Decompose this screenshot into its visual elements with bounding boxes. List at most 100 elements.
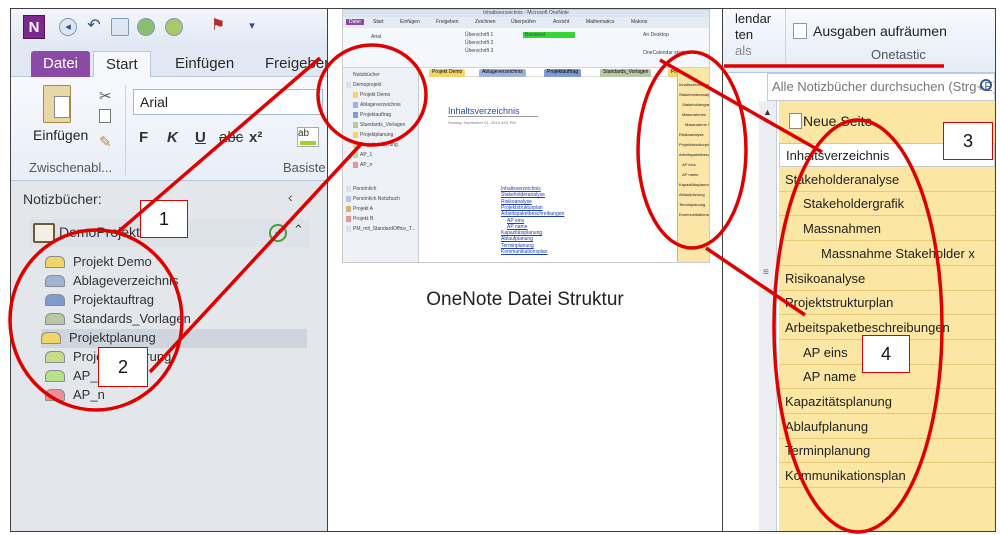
thumb-nav-item: Ablageverzeichnis	[353, 102, 401, 108]
tab-share[interactable]: Freigeben	[253, 51, 327, 77]
thumb-toc-link: AP name	[507, 223, 528, 230]
page-list: Neue Seite Inhaltsverzeichnis Stakeholder…	[779, 101, 995, 531]
section-label: AP_n	[73, 387, 105, 402]
tab-insert[interactable]: Einfügen	[163, 51, 246, 77]
page-list-item[interactable]: Ablaufplanung	[779, 415, 995, 439]
thumb-toc-link: Stakeholderanalyse	[501, 192, 545, 199]
thumbnail-page-date: Sunday, September 01, 2013 4:01 PM	[448, 120, 516, 125]
page-list-item[interactable]: Massnahmen	[779, 217, 995, 242]
als-text: als	[735, 43, 752, 58]
right-panel-page-list: lendar ten als Ausgaben aufräumen Onetas…	[722, 8, 996, 532]
flag-icon[interactable]: ⚑	[209, 18, 227, 36]
page-list-scrollbar[interactable]: ▲ ≡	[759, 101, 777, 531]
section-tab-icon	[45, 275, 65, 287]
undo-icon[interactable]: ↶	[85, 18, 103, 36]
view-icon[interactable]	[165, 18, 183, 36]
thumb-page-item: Arbeitspaketbeschreibungen	[679, 152, 710, 157]
section-tab-icon	[45, 294, 65, 306]
page-list-item[interactable]: Terminplanung	[779, 439, 995, 464]
thumb-tab: Mathematics	[586, 19, 615, 25]
thumb-to-desktop: An Desktop	[643, 32, 669, 38]
copy-icon[interactable]	[99, 109, 111, 123]
page-list-item[interactable]: Projektstrukturplan	[779, 291, 995, 316]
page-list-item[interactable]: Kommunikationsplan	[779, 464, 995, 489]
calendar-button-fragment[interactable]: lendar ten als	[735, 11, 771, 59]
bold-button[interactable]: F	[139, 129, 148, 146]
tab-start[interactable]: Start	[93, 51, 151, 77]
thumb-page-item: Kapazitätsplanung	[679, 182, 710, 187]
highlight-icon[interactable]: ab	[297, 127, 319, 147]
font-name-field[interactable]: Arial	[133, 89, 323, 115]
notebooks-header: Notizbücher:	[23, 191, 102, 207]
new-page-label: Neue Seite	[803, 113, 873, 129]
ribbon: Einfügen ✂ ✎ Zwischenabl... Arial F K U …	[11, 77, 327, 181]
scroll-up-icon[interactable]: ▲	[763, 107, 772, 117]
dock-icon[interactable]	[111, 18, 129, 36]
cut-icon[interactable]: ✂	[99, 87, 112, 105]
superscript-button[interactable]: x²	[249, 129, 262, 146]
strikethrough-button[interactable]: abc	[219, 129, 243, 146]
page-list-item[interactable]: Massnahme Stakeholder x	[779, 242, 995, 266]
section-item[interactable]: Projektplanung	[41, 329, 307, 348]
page-list-item[interactable]: Risikoanalyse	[779, 267, 995, 291]
thumb-section-tab: Projektauftrag	[544, 69, 582, 77]
thumb-nav-item: Demoprojekt	[346, 82, 381, 88]
section-tab-icon	[41, 332, 61, 344]
format-painter-icon[interactable]: ✎	[99, 133, 112, 151]
search-input[interactable]: Alle Notizbücher durchsuchen (Strg+E)	[767, 73, 995, 101]
thumb-nav-item: Standards_Vorlagen	[353, 122, 405, 128]
notebook-name: DemoProjekt	[59, 224, 140, 240]
paste-icon[interactable]	[43, 85, 71, 123]
figure-caption: OneNote Datei Struktur	[426, 289, 624, 310]
section-label: Projektauftrag	[73, 292, 154, 307]
thumb-heading1: Überschrift 1	[465, 32, 494, 38]
callout-2: 2	[98, 347, 148, 387]
sync-status-icon[interactable]	[137, 18, 155, 36]
thumb-nav-item: PM_mit_StandardOffice_T...	[346, 226, 415, 232]
thumb-nav-item: Projekt A	[346, 206, 373, 212]
italic-button[interactable]: K	[167, 129, 178, 146]
section-label: Ablageverzeichnis	[73, 273, 179, 288]
figure: N ◂ ↶ ⚑ ▾ Datei Start Einfügen Freigeben…	[0, 0, 1000, 535]
thumb-nav-item: AP_n	[353, 162, 372, 168]
thumb-toc-link: Inhaltsverzeichnis	[501, 186, 541, 192]
ribbon-fragment: lendar ten als Ausgaben aufräumen Onetas…	[723, 9, 995, 73]
page-list-item[interactable]: Stakeholderanalyse	[779, 168, 995, 192]
group-divider	[125, 85, 126, 175]
thumb-nav-item: Projektplanung	[353, 132, 393, 138]
thumb-page-item: Stakeholdergrafik	[682, 102, 710, 107]
page-list-item[interactable]: Stakeholdergrafik	[779, 192, 995, 217]
tab-file[interactable]: Datei	[31, 51, 91, 77]
collapse-pane-icon[interactable]: ‹	[288, 189, 293, 205]
back-icon[interactable]: ◂	[59, 18, 77, 36]
thumb-toc-link: Risikoanalyse	[501, 198, 532, 205]
paste-button-label[interactable]: Einfügen	[33, 127, 88, 143]
thumb-page-item: Inhaltsverzeichnis	[679, 82, 710, 87]
ten-text: ten	[735, 27, 754, 42]
search-placeholder: Alle Notizbücher durchsuchen (Strg+E)	[772, 79, 995, 94]
onenote-app-icon: N	[23, 15, 45, 39]
thumbnail-section-tabs: Projekt Demo Ablageverzeichnis Projektauft…	[427, 68, 708, 77]
page-list-item[interactable]: Kapazitätsplanung	[779, 390, 995, 414]
thumb-nav-item: Projektsteuerung	[353, 142, 398, 148]
cleanup-outputs-button[interactable]: Ausgaben aufräumen	[813, 23, 947, 39]
section-tab-icon	[45, 370, 65, 382]
customize-qat-icon[interactable]: ▾	[243, 18, 261, 36]
basic-text-group-label: Basiste	[283, 160, 326, 175]
sync-icon[interactable]: ✓	[269, 224, 287, 242]
thumb-page-item: Massnahmen	[682, 112, 707, 117]
thumbnail-page-title: Inhaltsverzeichnis	[448, 106, 538, 117]
calendar-text: lendar	[735, 11, 772, 26]
thumb-toc-link: Ablaufplanung	[501, 236, 533, 243]
callout-4: 4	[862, 335, 910, 373]
thumb-basic-text: Basistext	[525, 32, 546, 38]
thumb-tab: Datei	[346, 19, 364, 25]
splitter-grip-icon[interactable]: ≡	[763, 267, 769, 278]
ribbon-tab-row: Datei Start Einfügen Freigeben	[11, 47, 327, 77]
thumb-section-tab: Standards_Vorlagen	[600, 69, 652, 77]
thumb-page-item: Projektstrukturplan	[679, 142, 710, 147]
thumb-page-item: Massnahme Stakeholder x	[685, 122, 709, 127]
search-icon[interactable]	[980, 79, 992, 91]
underline-button[interactable]: U	[195, 129, 206, 146]
chevron-up-icon[interactable]: ⌃	[293, 222, 304, 238]
